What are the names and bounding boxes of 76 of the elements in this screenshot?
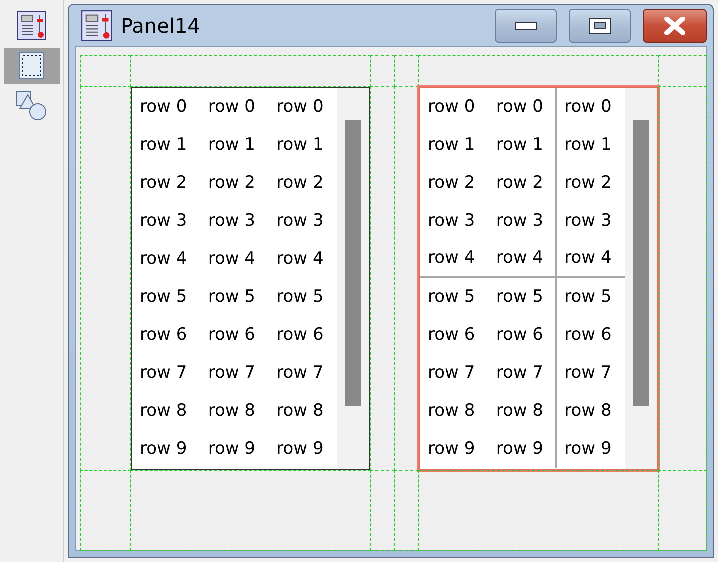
table-cell-text: row 6 [139,324,188,347]
table-cell-text: row 6 [564,324,613,347]
table-cell: row 7 [488,354,557,392]
maximize-icon [589,18,611,34]
table-cell-text: row 9 [207,438,256,461]
table-cell-text: row 8 [564,400,613,423]
table-cell-text: row 8 [427,400,476,423]
form-icon [16,11,46,41]
shapes-icon [16,91,48,121]
table-cell-text: row 3 [207,210,256,233]
table-cell-text: row 2 [427,172,476,195]
table-cell-text: row 6 [207,324,256,347]
table-cell-text: row 8 [207,400,256,423]
table-cell: row 4 [488,240,557,278]
table-cell: row 6 [488,316,557,354]
table-cell-text: row 4 [207,248,256,271]
table-cell-text: row 3 [276,210,325,233]
window-title: Panel14 [121,14,202,38]
table-cell-text: row 1 [564,134,613,157]
table-cell-text: row 8 [276,400,325,423]
close-icon [663,16,687,34]
minimize-icon [515,22,537,30]
table-cell-text: row 1 [139,134,188,157]
table-cell: row 8 [488,392,557,430]
table-cell-text: row 9 [564,438,613,461]
table-cell-text: row 0 [276,96,325,119]
table-cell-text: row 2 [139,172,188,195]
table-cell: row 0 [488,88,557,126]
table-cell-text: row 5 [139,286,188,309]
data-table[interactable]: row 0 row 0 row 0 row 1 row 1 row 1 row 2 row 2 row 2 row 3 row 3 row 3 row 4 row 4 row 4 row 5 row 5 row 5 row 6 row 6 row 6 row 7 row 7 row 7 row 8 row 8 row 8 row 9 row 9 row 9 [419,87,658,470]
table-cell-text: row 2 [564,172,613,195]
close-button[interactable] [643,8,707,42]
table-cell-text: row 1 [427,134,476,157]
table-cell: row 3 [488,202,557,240]
scrollbar-track[interactable] [337,88,369,469]
table-cell-text: row 1 [276,134,325,157]
table-cell-text: row 4 [276,248,325,271]
maximize-button[interactable] [569,8,631,42]
table-cell-text: row 2 [276,172,325,195]
table-cell-text: row 7 [207,362,256,385]
table-cell: row 9 [488,430,557,468]
table-cell-text: row 5 [207,286,256,309]
table-cell-text: row 5 [427,286,476,309]
table-cell-text: row 0 [207,96,256,119]
table-cell-text: row 0 [139,96,188,119]
table-cell-text: row 5 [276,286,325,309]
table-cell-text: row 9 [427,438,476,461]
table-cell-text: row 9 [276,438,325,461]
table-cell-text: row 9 [139,438,188,461]
table-cell-text: row 4 [139,248,188,271]
table-cell-text: row 7 [427,362,476,385]
table-cell-text: row 5 [564,286,613,309]
form-icon [81,10,113,42]
minimize-button[interactable] [495,8,557,42]
table-cell: row 1 [488,126,557,164]
scrollbar-thumb[interactable] [345,120,361,406]
frame-icon [18,52,44,80]
table-cell-text: row 3 [564,210,613,233]
table-cell-text: row 1 [207,134,256,157]
table-cell: row 5 [488,278,557,316]
table-cell-text: row 3 [139,210,188,233]
scrollbar-thumb[interactable] [633,120,649,406]
table-cell-text: row 0 [564,96,613,119]
table-cell-text: row 0 [427,96,476,119]
table-cell-text: row 7 [139,362,188,385]
table-cell: row 2 [488,164,557,202]
table-cell-text: row 3 [427,210,476,233]
table-cell: row 4 [420,240,488,278]
scrollbar-track[interactable] [625,88,657,469]
table-cell-text: row 7 [564,362,613,385]
table-cell-text: row 6 [276,324,325,347]
table-cell-text: row 7 [276,362,325,385]
table-cell-text: row 2 [207,172,256,195]
data-table[interactable]: row 0 row 0 row 0 row 1 row 1 row 1 row 2 row 2 row 2 row 3 row 3 row 3 row 4 row 4 row 4 row 5 row 5 row 5 row 6 row 6 row 6 row 7 row 7 row 7 row 8 row 8 row 8 row 9 row 9 row 9 [131,87,370,470]
table-cell-text: row 6 [427,324,476,347]
table-cell-text: row 8 [139,400,188,423]
